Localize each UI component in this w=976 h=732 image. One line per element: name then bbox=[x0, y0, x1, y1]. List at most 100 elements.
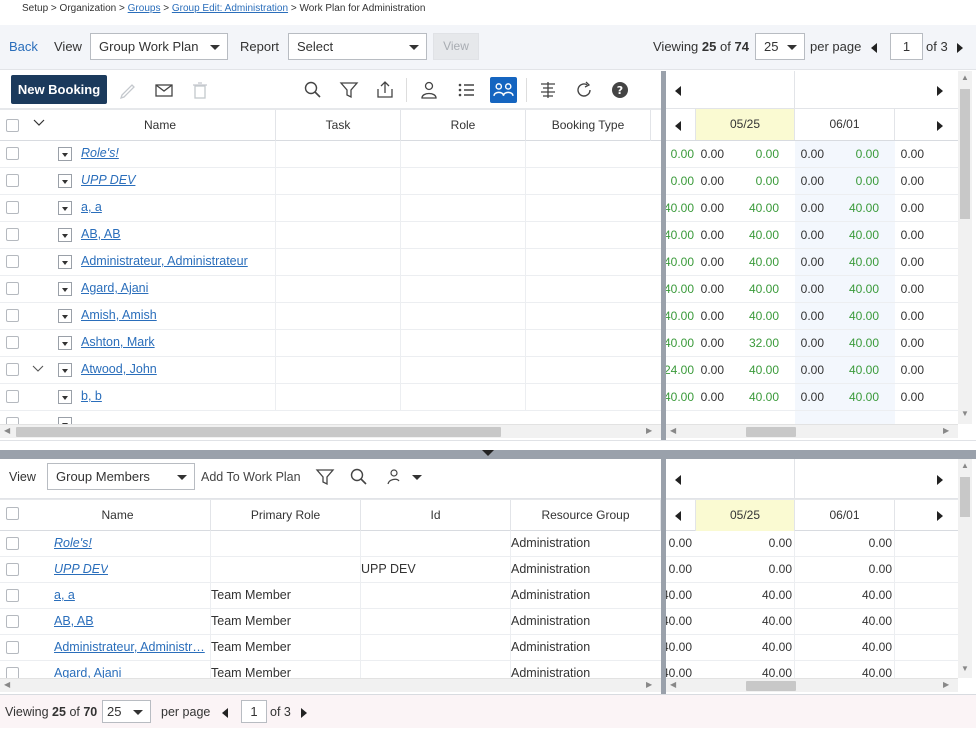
row-checkbox[interactable] bbox=[6, 174, 19, 187]
resource-name-link[interactable]: Amish, Amish bbox=[81, 308, 157, 322]
period-next-icon[interactable] bbox=[937, 510, 943, 524]
scroll-thumb[interactable] bbox=[746, 427, 796, 437]
report-select[interactable]: Select bbox=[288, 33, 427, 60]
column-header-id[interactable]: Id bbox=[361, 500, 511, 531]
table-row[interactable]: Administrateur, Administrateur bbox=[0, 249, 661, 276]
period-prev-icon[interactable] bbox=[675, 120, 681, 134]
row-menu-dropdown[interactable] bbox=[58, 147, 72, 161]
row-checkbox[interactable] bbox=[6, 201, 19, 214]
row-checkbox[interactable] bbox=[6, 537, 19, 550]
bottom-grid-hscroll[interactable]: ◀ ▶ bbox=[0, 678, 661, 692]
resource-name-link[interactable]: Administrateur, Administrateur bbox=[81, 254, 248, 268]
row-checkbox[interactable] bbox=[6, 667, 19, 678]
pane-splitter-horizontal[interactable] bbox=[0, 440, 976, 459]
row-menu-dropdown[interactable] bbox=[58, 255, 72, 269]
column-header-task[interactable]: Task bbox=[276, 110, 401, 141]
filter-icon[interactable] bbox=[338, 79, 360, 101]
resource-name-link[interactable]: Agard, Ajani bbox=[81, 281, 148, 295]
row-checkbox[interactable] bbox=[6, 336, 19, 349]
row-checkbox[interactable] bbox=[6, 255, 19, 268]
timeline-next-icon[interactable] bbox=[937, 85, 943, 99]
columns-icon[interactable] bbox=[537, 79, 559, 101]
top-vscroll[interactable]: ▲ ▼ bbox=[958, 71, 972, 424]
table-row[interactable]: Amish, Amish bbox=[0, 303, 661, 330]
row-checkbox[interactable] bbox=[6, 363, 19, 376]
row-checkbox[interactable] bbox=[6, 417, 19, 424]
search-icon[interactable] bbox=[348, 466, 370, 488]
row-checkbox[interactable] bbox=[6, 615, 19, 628]
row-menu-dropdown[interactable] bbox=[58, 336, 72, 350]
prev-page-icon[interactable] bbox=[871, 42, 877, 56]
column-header-resource-group[interactable]: Resource Group bbox=[511, 500, 661, 531]
row-checkbox[interactable] bbox=[6, 282, 19, 295]
row-checkbox[interactable] bbox=[6, 147, 19, 160]
chevron-down-icon[interactable] bbox=[33, 117, 45, 127]
group-view-icon[interactable] bbox=[490, 77, 517, 103]
pane-splitter-vertical[interactable] bbox=[661, 71, 666, 440]
timeline-prev-icon[interactable] bbox=[675, 474, 681, 488]
next-page-icon[interactable] bbox=[957, 42, 963, 56]
bottom-view-select[interactable]: Group Members bbox=[47, 463, 195, 490]
resource-name-link[interactable]: AB, AB bbox=[81, 227, 121, 241]
row-menu-dropdown[interactable] bbox=[58, 174, 72, 188]
scroll-thumb[interactable] bbox=[16, 427, 501, 437]
member-name-link[interactable]: AB, AB bbox=[54, 614, 94, 628]
prev-page-icon[interactable] bbox=[222, 707, 228, 721]
top-grid-hscroll[interactable]: ◀ ▶ bbox=[0, 424, 661, 438]
column-header-role[interactable]: Role bbox=[401, 110, 526, 141]
resource-name-link[interactable]: b, b bbox=[81, 389, 102, 403]
view-select[interactable]: Group Work Plan bbox=[90, 33, 228, 60]
search-icon[interactable] bbox=[302, 79, 324, 101]
table-row[interactable]: a, a bbox=[0, 195, 661, 222]
table-row[interactable]: AB, AB Team Member Administration bbox=[0, 609, 661, 635]
breadcrumb-groups-link[interactable]: Groups bbox=[128, 3, 161, 14]
member-name-link[interactable]: a, a bbox=[54, 588, 75, 602]
timeline-prev-icon[interactable] bbox=[675, 85, 681, 99]
bottom-timeline-hscroll[interactable]: ◀ ▶ bbox=[666, 678, 958, 692]
period-prev-icon[interactable] bbox=[675, 510, 681, 524]
filter-icon[interactable] bbox=[314, 466, 336, 488]
table-row[interactable]: Atwood, John bbox=[0, 357, 661, 384]
resource-name-link[interactable]: a, a bbox=[81, 200, 102, 214]
breadcrumb-group-edit-link[interactable]: Group Edit: Administration bbox=[172, 3, 288, 14]
page-size-select[interactable]: 25 bbox=[102, 700, 151, 723]
resource-name-link[interactable]: Ashton, Mark bbox=[81, 335, 155, 349]
row-checkbox[interactable] bbox=[6, 641, 19, 654]
expand-chevron-icon[interactable] bbox=[32, 363, 46, 375]
back-link[interactable]: Back bbox=[9, 39, 38, 54]
next-page-icon[interactable] bbox=[301, 707, 307, 721]
member-name-link[interactable]: Administrateur, Administr… bbox=[54, 640, 205, 654]
row-menu-dropdown[interactable] bbox=[58, 228, 72, 242]
table-row[interactable]: Role's! bbox=[0, 141, 661, 168]
view-button[interactable]: View bbox=[433, 33, 479, 60]
row-menu-dropdown[interactable] bbox=[58, 363, 72, 377]
table-row[interactable] bbox=[0, 411, 661, 424]
edit-icon[interactable] bbox=[117, 79, 139, 101]
export-icon[interactable] bbox=[374, 79, 396, 101]
table-row[interactable]: Agard, Ajani bbox=[0, 276, 661, 303]
row-checkbox[interactable] bbox=[6, 228, 19, 241]
email-icon[interactable] bbox=[153, 79, 175, 101]
add-to-work-plan-button[interactable]: Add To Work Plan bbox=[201, 470, 301, 484]
column-header-booking-type[interactable]: Booking Type bbox=[526, 110, 651, 141]
table-row[interactable]: Role's! Administration bbox=[0, 531, 661, 557]
table-row[interactable]: UPP DEV UPP DEV Administration bbox=[0, 557, 661, 583]
scroll-thumb[interactable] bbox=[960, 89, 970, 219]
refresh-icon[interactable] bbox=[573, 79, 595, 101]
row-checkbox[interactable] bbox=[6, 390, 19, 403]
member-name-link[interactable]: Agard, Ajani bbox=[54, 666, 121, 678]
collapse-arrow-icon[interactable] bbox=[482, 450, 494, 456]
row-menu-dropdown[interactable] bbox=[58, 309, 72, 323]
page-size-select[interactable]: 25 bbox=[755, 33, 805, 60]
scroll-thumb[interactable] bbox=[960, 477, 970, 517]
resource-name-link[interactable]: Atwood, John bbox=[81, 362, 157, 376]
table-row[interactable]: UPP DEV bbox=[0, 168, 661, 195]
row-menu-dropdown[interactable] bbox=[58, 390, 72, 404]
select-all-checkbox[interactable] bbox=[6, 119, 19, 132]
row-checkbox[interactable] bbox=[6, 563, 19, 576]
select-all-checkbox[interactable] bbox=[6, 507, 19, 520]
bottom-vscroll[interactable]: ▲ ▼ bbox=[958, 459, 972, 678]
column-header-name[interactable]: Name bbox=[45, 110, 276, 141]
resource-name-link[interactable]: UPP DEV bbox=[81, 173, 135, 187]
member-name-link[interactable]: Role's! bbox=[54, 536, 92, 550]
